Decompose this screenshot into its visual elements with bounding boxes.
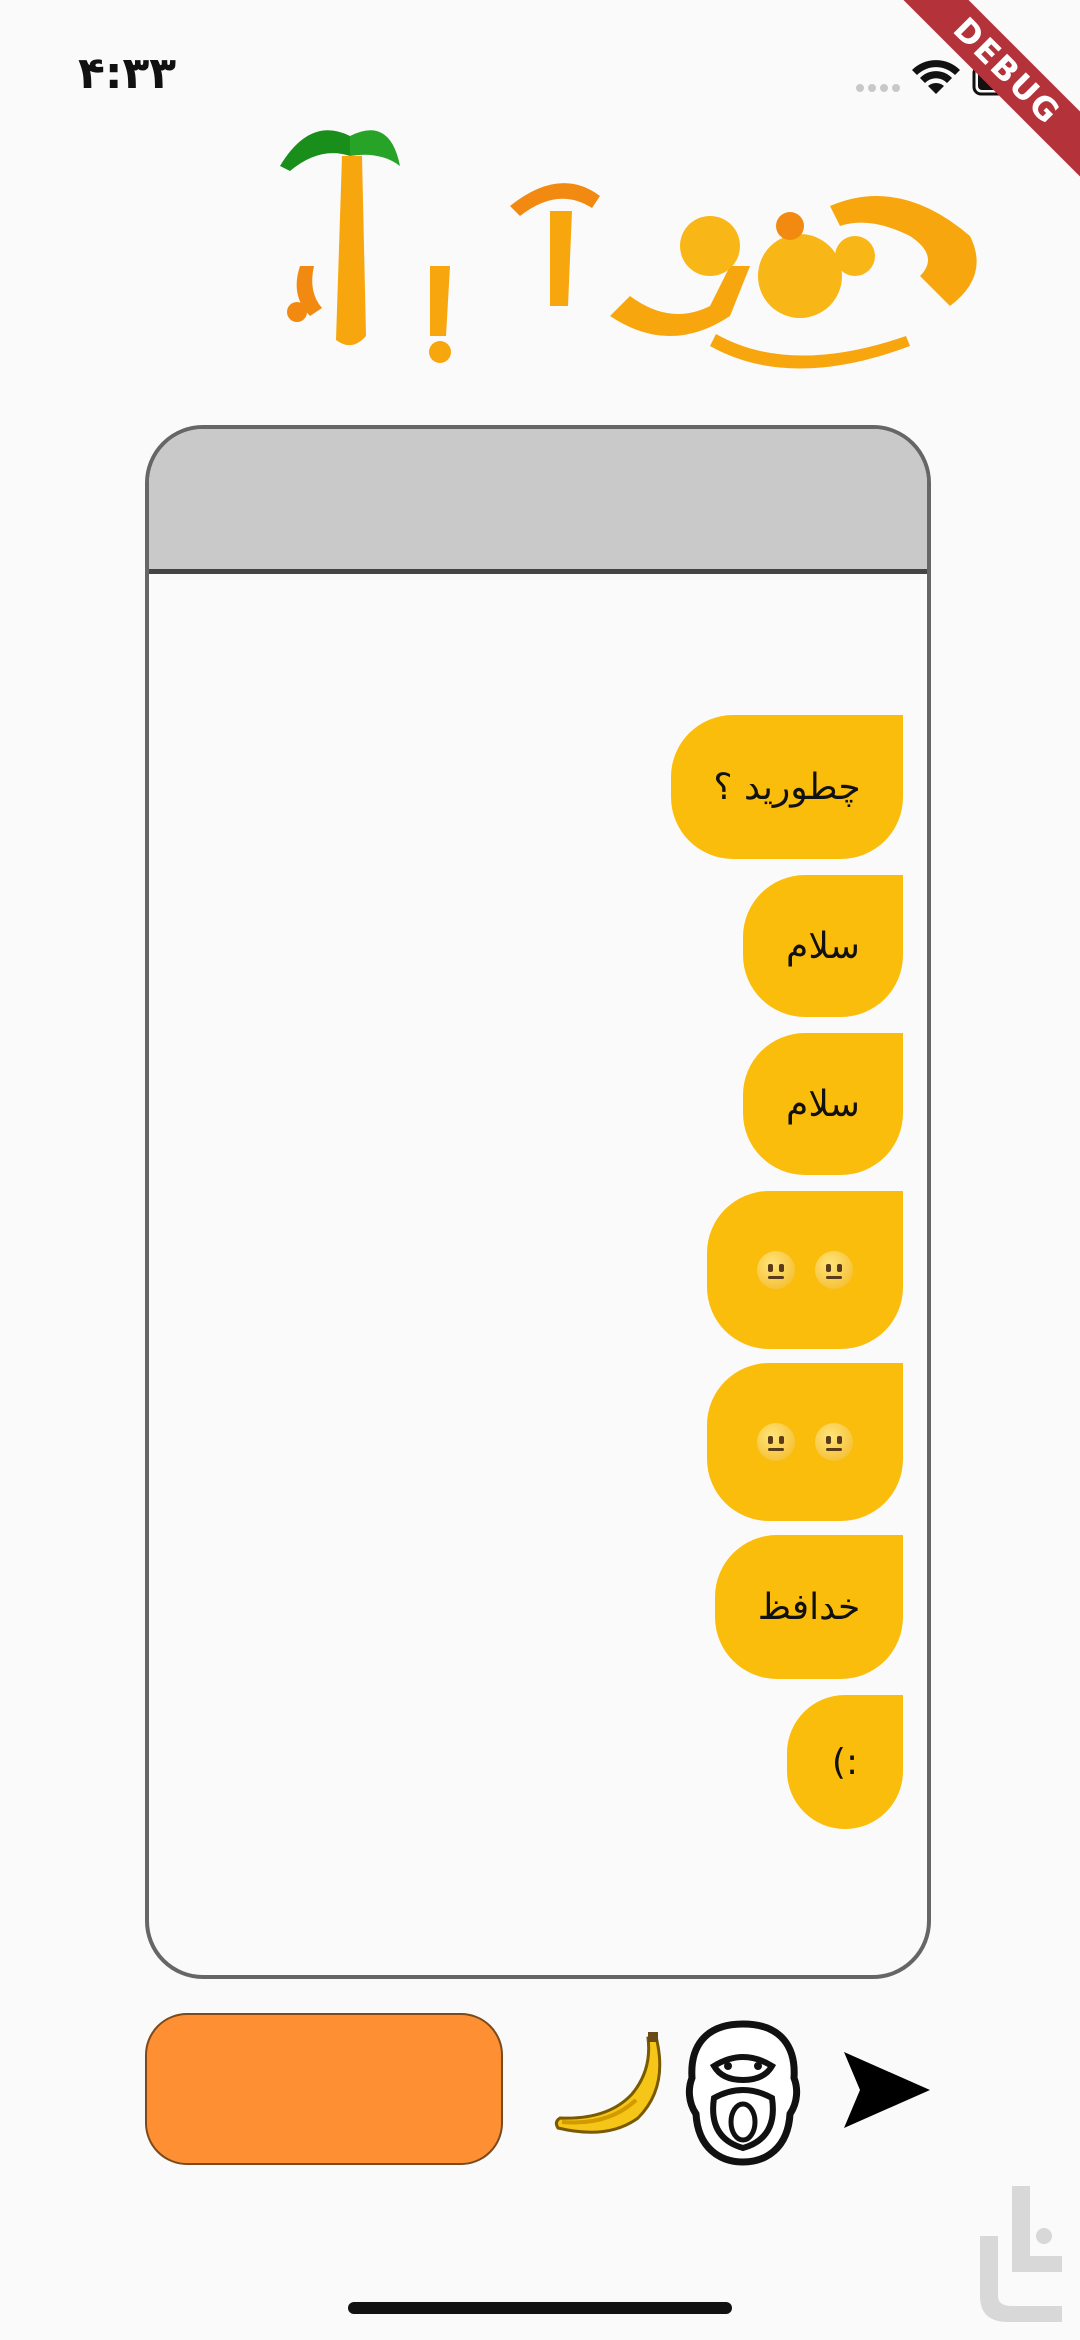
message-bubble: :) <box>787 1695 903 1829</box>
neutral-face-emoji <box>757 1423 795 1461</box>
message-bubble: سلام <box>743 875 903 1017</box>
chat-panel[interactable]: چطورید ؟ سلام سلام خدافظ :) <box>145 425 931 1979</box>
message-text: :) <box>831 1741 859 1783</box>
message-bubble: چطورید ؟ <box>671 715 903 859</box>
neutral-face-emoji <box>815 1423 853 1461</box>
message-text: خدافظ <box>757 1586 861 1628</box>
message-text: چطورید ؟ <box>713 766 861 808</box>
meymoon-abad-logo <box>280 130 977 369</box>
message-bubble: خدافظ <box>715 1535 903 1679</box>
message-input[interactable] <box>145 2013 503 2165</box>
chat-header <box>149 429 927 574</box>
message-text: سلام <box>786 1083 860 1125</box>
cafebazaar-watermark-icon <box>980 2186 1062 2322</box>
neutral-face-emoji <box>757 1251 795 1289</box>
home-indicator <box>348 2302 732 2314</box>
banana-icon[interactable] <box>548 2030 668 2140</box>
message-text: سلام <box>786 925 860 967</box>
send-icon[interactable] <box>842 2050 932 2130</box>
message-bubble <box>707 1363 903 1521</box>
message-bubble <box>707 1191 903 1349</box>
monkey-face-icon[interactable] <box>684 2018 802 2168</box>
status-time: ۴:۳۳ <box>78 48 177 99</box>
message-bubble: سلام <box>743 1033 903 1175</box>
neutral-face-emoji <box>815 1251 853 1289</box>
signal-dots-icon <box>856 84 900 92</box>
wifi-icon <box>912 60 960 94</box>
